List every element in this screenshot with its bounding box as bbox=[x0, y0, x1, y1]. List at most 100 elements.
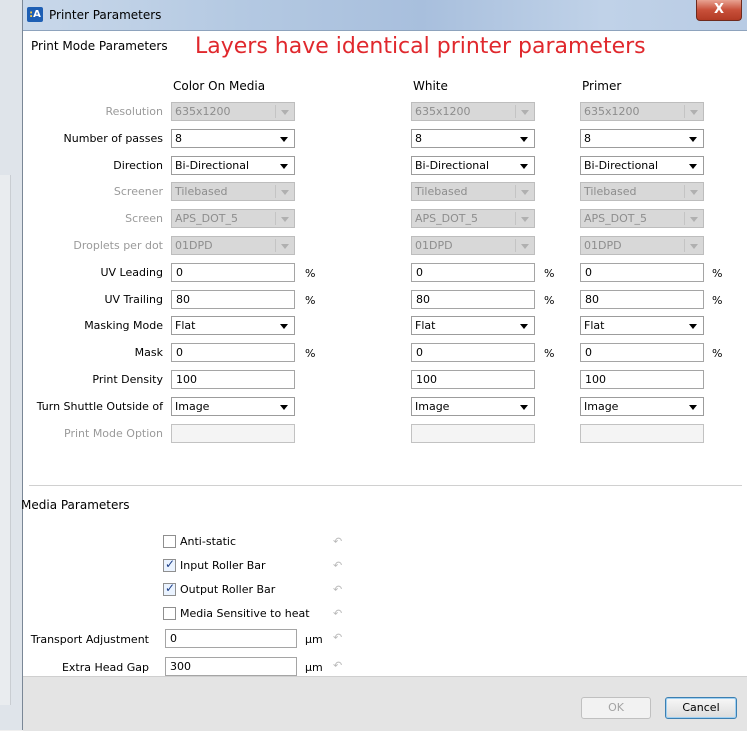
head-gap-reset-icon[interactable]: ↶ bbox=[333, 659, 342, 672]
masking-mode-dropdown-primer[interactable]: Flat bbox=[580, 316, 704, 335]
chevron-down-icon bbox=[689, 137, 697, 142]
identical-parameters-notice: Layers have identical printer parameters bbox=[195, 34, 646, 59]
resolution-dropdown-color-on-media: 635x1200 bbox=[171, 102, 295, 121]
mask-value: 0 bbox=[176, 346, 183, 359]
chevron-down-icon bbox=[281, 244, 289, 249]
anti-static-label: Anti-static bbox=[180, 535, 237, 548]
percent-unit: % bbox=[712, 347, 723, 360]
chevron-down-icon bbox=[690, 110, 698, 115]
transport-unit: µm bbox=[305, 633, 323, 646]
chevron-down-icon bbox=[520, 405, 528, 410]
transport-adjustment-label: Transport Adjustment bbox=[30, 633, 149, 646]
output-roller-bar-checkbox[interactable]: ✓ bbox=[163, 581, 176, 596]
chevron-down-icon bbox=[520, 137, 528, 142]
passes-label: Number of passes bbox=[63, 132, 163, 145]
uv-trailing-input-color-on-media[interactable]: 80 bbox=[171, 290, 295, 309]
anti-static-reset-icon[interactable]: ↶ bbox=[333, 535, 342, 548]
turn-shuttle-dropdown-primer[interactable]: Image bbox=[580, 397, 704, 416]
percent-unit: % bbox=[544, 294, 555, 307]
resolution-dropdown-white: 635x1200 bbox=[411, 102, 535, 121]
droplets-label: Droplets per dot bbox=[73, 239, 163, 252]
media-sensitive-to-heat-label: Media Sensitive to heat bbox=[180, 607, 310, 620]
masking-mode-dropdown-white[interactable]: Flat bbox=[411, 316, 535, 335]
chevron-down-icon bbox=[280, 324, 288, 329]
droplets-value: 01DPD bbox=[415, 239, 453, 252]
screener-value: Tilebased bbox=[175, 185, 228, 198]
screener-value: Tilebased bbox=[584, 185, 637, 198]
ok-button[interactable]: OK bbox=[581, 697, 651, 719]
transport-reset-icon[interactable]: ↶ bbox=[333, 631, 342, 644]
output-roller-bar-reset-icon[interactable]: ↶ bbox=[333, 583, 342, 596]
chevron-down-icon bbox=[521, 110, 529, 115]
uv-leading-input-white[interactable]: 0 bbox=[411, 263, 535, 282]
extra-head-gap-input[interactable]: 300 bbox=[165, 657, 297, 676]
uv-trailing-value: 80 bbox=[585, 293, 599, 306]
percent-unit: % bbox=[305, 267, 316, 280]
uv-leading-input-color-on-media[interactable]: 0 bbox=[171, 263, 295, 282]
turn-shuttle-dropdown-color-on-media[interactable]: Image bbox=[171, 397, 295, 416]
print-density-input-color-on-media[interactable]: 100 bbox=[171, 370, 295, 389]
input-roller-bar-checkbox[interactable]: ✓ bbox=[163, 557, 176, 572]
input-roller-bar-reset-icon[interactable]: ↶ bbox=[333, 559, 342, 572]
screen-label: Screen bbox=[125, 212, 163, 225]
masking-mode-dropdown-color-on-media[interactable]: Flat bbox=[171, 316, 295, 335]
droplets-dropdown-color-on-media: 01DPD bbox=[171, 236, 295, 255]
print-density-input-white[interactable]: 100 bbox=[411, 370, 535, 389]
passes-value: 8 bbox=[584, 132, 591, 145]
print-mode-option-input-color-on-media bbox=[171, 424, 295, 443]
uv-leading-label: UV Leading bbox=[100, 266, 163, 279]
passes-dropdown-color-on-media[interactable]: 8 bbox=[171, 129, 295, 148]
close-button[interactable]: X bbox=[696, 0, 742, 21]
screener-dropdown-primer: Tilebased bbox=[580, 182, 704, 201]
print-mode-option-input-white bbox=[411, 424, 535, 443]
chevron-down-icon bbox=[690, 217, 698, 222]
screen-dropdown-color-on-media: APS_DOT_5 bbox=[171, 209, 295, 228]
anti-static-checkbox[interactable] bbox=[163, 535, 176, 548]
direction-dropdown-primer[interactable]: Bi-Directional bbox=[580, 156, 704, 175]
dialog-content: Print Mode Parameters Layers have identi… bbox=[21, 31, 747, 676]
column-header-white: White bbox=[413, 79, 448, 93]
cancel-button[interactable]: Cancel bbox=[665, 697, 737, 719]
screen-value: APS_DOT_5 bbox=[415, 212, 478, 225]
media-sensitive-to-heat-reset-icon[interactable]: ↶ bbox=[333, 607, 342, 620]
print-density-input-primer[interactable]: 100 bbox=[580, 370, 704, 389]
turn-shuttle-value: Image bbox=[415, 400, 450, 413]
direction-dropdown-white[interactable]: Bi-Directional bbox=[411, 156, 535, 175]
media-section-title: Media Parameters bbox=[21, 498, 130, 512]
media-sensitive-to-heat-checkbox[interactable] bbox=[163, 607, 176, 620]
screener-label: Screener bbox=[113, 185, 163, 198]
chevron-down-icon bbox=[689, 164, 697, 169]
column-header-primer: Primer bbox=[582, 79, 622, 93]
print-mode-option-label: Print Mode Option bbox=[64, 427, 163, 440]
print-density-value: 100 bbox=[585, 373, 606, 386]
droplets-dropdown-white: 01DPD bbox=[411, 236, 535, 255]
head-gap-unit: µm bbox=[305, 661, 323, 674]
transport-adjustment-input[interactable]: 0 bbox=[165, 629, 297, 648]
passes-dropdown-primer[interactable]: 8 bbox=[580, 129, 704, 148]
droplets-dropdown-primer: 01DPD bbox=[580, 236, 704, 255]
output-roller-bar-label: Output Roller Bar bbox=[180, 583, 276, 596]
chevron-down-icon bbox=[281, 217, 289, 222]
turn-shuttle-dropdown-white[interactable]: Image bbox=[411, 397, 535, 416]
chevron-down-icon bbox=[520, 324, 528, 329]
screener-value: Tilebased bbox=[415, 185, 468, 198]
window-title: Printer Parameters bbox=[49, 8, 162, 22]
percent-unit: % bbox=[544, 347, 555, 360]
print-density-value: 100 bbox=[416, 373, 437, 386]
uv-leading-input-primer[interactable]: 0 bbox=[580, 263, 704, 282]
uv-trailing-input-primer[interactable]: 80 bbox=[580, 290, 704, 309]
droplets-value: 01DPD bbox=[175, 239, 213, 252]
uv-trailing-input-white[interactable]: 80 bbox=[411, 290, 535, 309]
passes-dropdown-white[interactable]: 8 bbox=[411, 129, 535, 148]
title-bar[interactable]: :A Printer Parameters X bbox=[23, 0, 747, 31]
mask-label: Mask bbox=[134, 346, 163, 359]
turn-shuttle-value: Image bbox=[175, 400, 210, 413]
droplets-value: 01DPD bbox=[584, 239, 622, 252]
direction-dropdown-color-on-media[interactable]: Bi-Directional bbox=[171, 156, 295, 175]
mask-input-color-on-media[interactable]: 0 bbox=[171, 343, 295, 362]
print-density-label: Print Density bbox=[92, 373, 163, 386]
mask-input-white[interactable]: 0 bbox=[411, 343, 535, 362]
chevron-down-icon bbox=[281, 110, 289, 115]
section-divider bbox=[29, 485, 742, 486]
mask-input-primer[interactable]: 0 bbox=[580, 343, 704, 362]
